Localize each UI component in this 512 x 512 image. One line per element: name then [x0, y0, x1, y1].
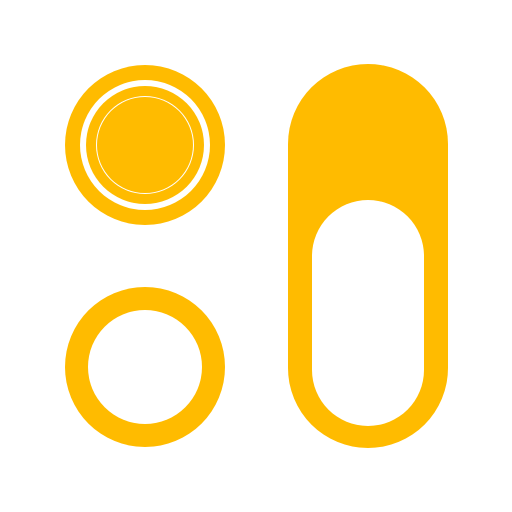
radio-toggle-icon-canvas — [0, 0, 512, 512]
toggle-thumb-slot — [312, 200, 424, 426]
radio-unselected-center — [88, 310, 202, 424]
toggle-switch-icon — [288, 64, 448, 448]
radio-button-selected-icon — [65, 65, 225, 225]
radio-selected-dot — [97, 97, 193, 193]
radio-and-toggle-icon — [65, 64, 448, 448]
radio-button-unselected-icon — [65, 287, 225, 447]
